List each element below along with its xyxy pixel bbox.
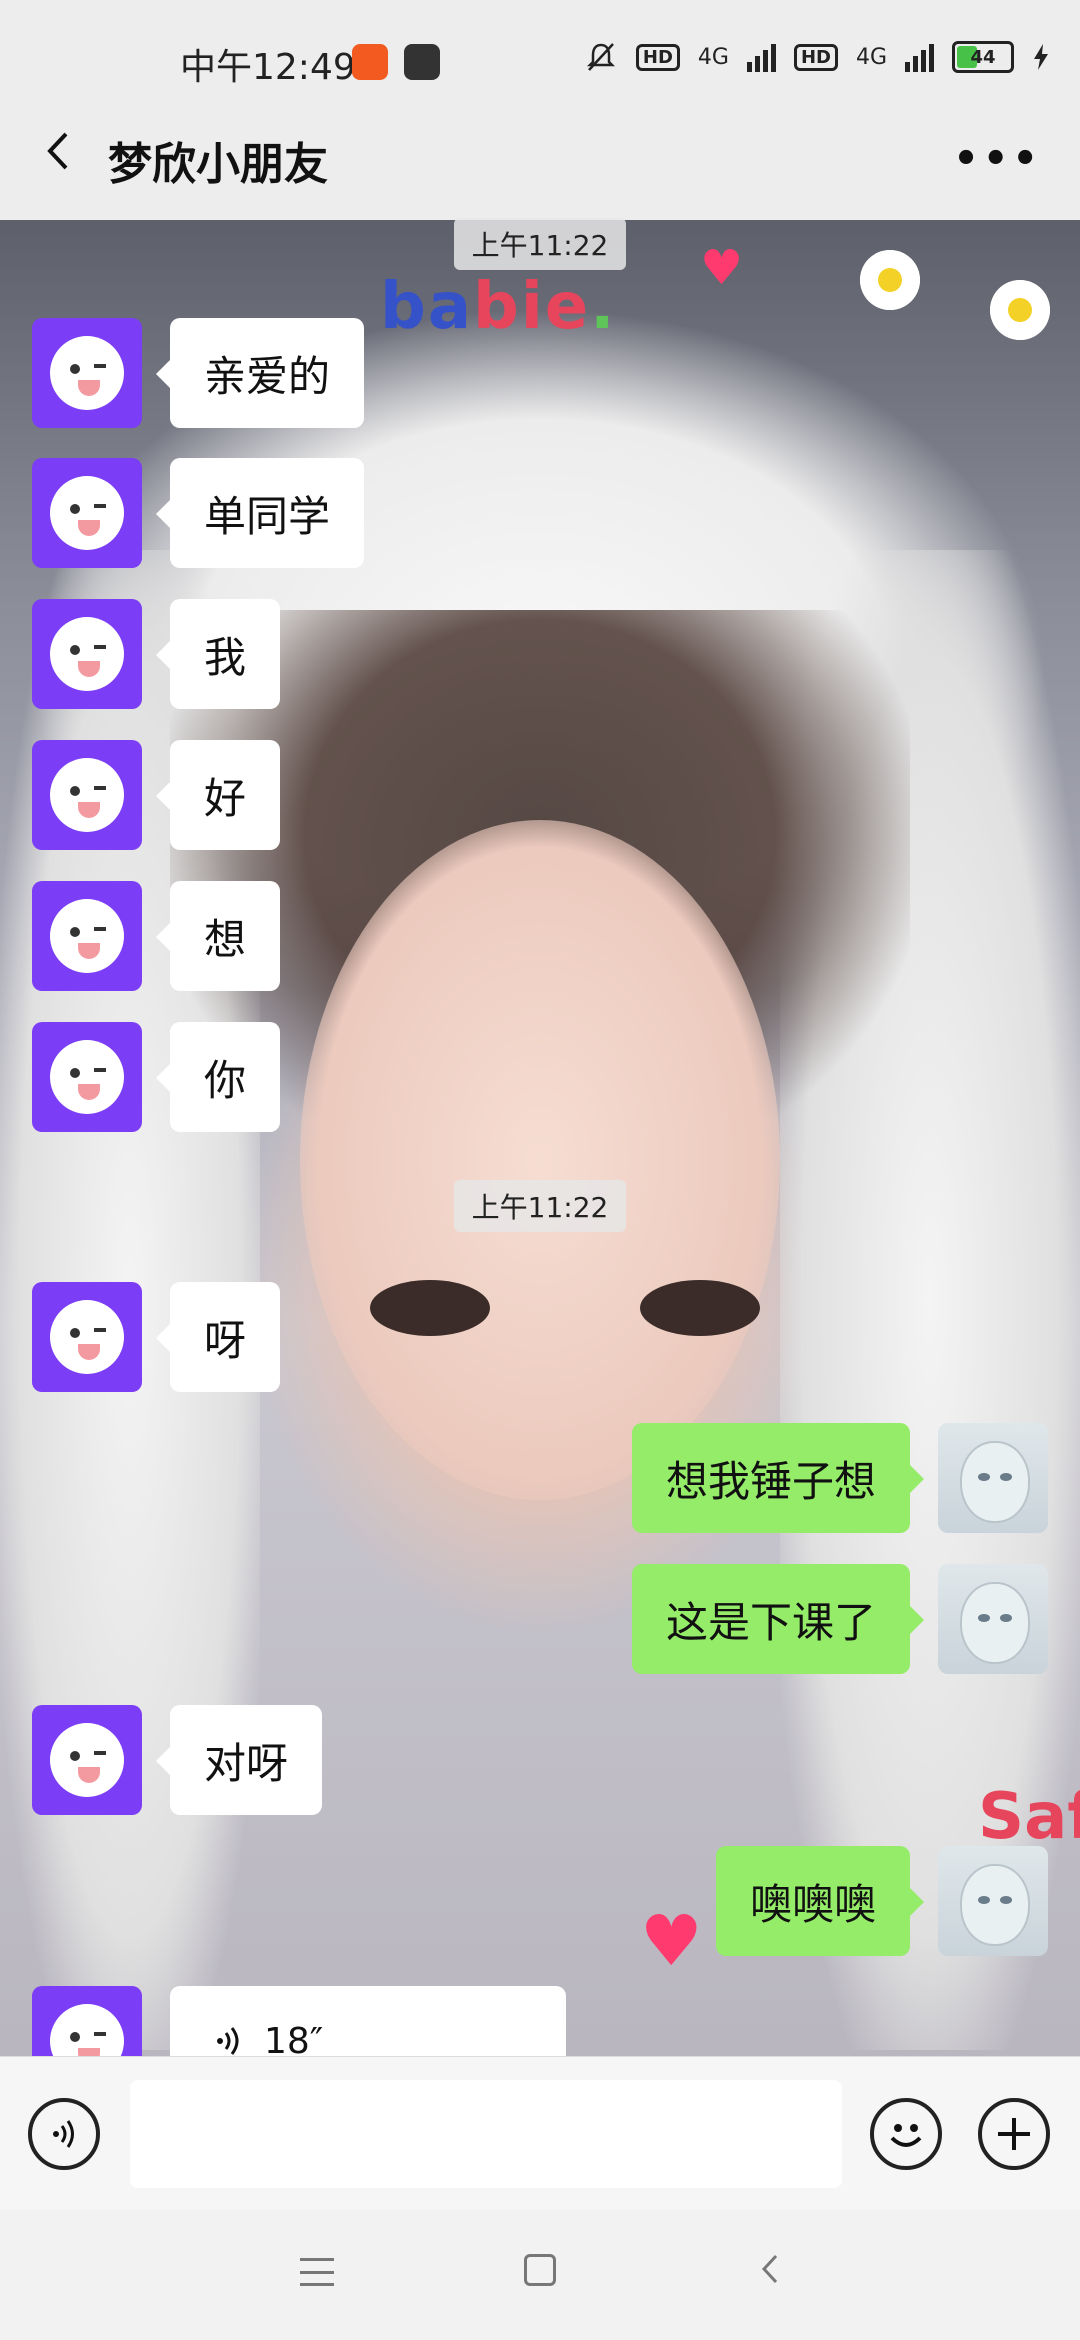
message-row: 18″ xyxy=(32,1986,566,2056)
app-notification-icon xyxy=(352,44,388,80)
emoji-icon[interactable] xyxy=(870,2098,942,2170)
more-dots-icon[interactable]: ••• xyxy=(953,136,1042,182)
message-bubble-self[interactable]: 这是下课了 xyxy=(631,1564,925,1674)
timestamp: 上午11:22 xyxy=(454,218,626,270)
avatar-self[interactable] xyxy=(938,1564,1048,1674)
message-row: 好 xyxy=(32,740,281,850)
message-row: 你 xyxy=(32,1022,281,1132)
message-bubble[interactable]: 好 xyxy=(155,740,281,850)
plus-icon[interactable] xyxy=(978,2098,1050,2170)
message-bubble[interactable]: 想 xyxy=(155,881,281,991)
timestamp-2: 上午11:22 xyxy=(454,1180,626,1232)
avatar[interactable] xyxy=(32,881,142,991)
status-time: 中午12:49 xyxy=(180,47,356,88)
message-row: 对呀 xyxy=(32,1705,323,1815)
avatar[interactable] xyxy=(32,1282,142,1392)
background-eye-right xyxy=(640,1280,760,1336)
message-row: 我 xyxy=(32,599,281,709)
message-bubble-self[interactable]: 噢噢噢 xyxy=(715,1846,925,1956)
message-row-self: 这是下课了 xyxy=(631,1564,1048,1674)
status-bar: 中午12:49 HD 4G HD 4G 44 xyxy=(0,0,1080,120)
message-bubble[interactable]: 单同学 xyxy=(155,458,365,568)
signal-icon-2 xyxy=(905,42,934,72)
message-row: 亲爱的 xyxy=(32,318,365,428)
avatar[interactable] xyxy=(32,1986,142,2056)
network-type-2: 4G xyxy=(855,44,887,70)
voice-duration: 18″ xyxy=(264,2020,324,2057)
avatar[interactable] xyxy=(32,458,142,568)
message-row: 想 xyxy=(32,881,281,991)
mute-bell-icon xyxy=(586,43,615,71)
background-eye-left xyxy=(370,1280,490,1336)
chat-title: 梦欣小朋友 xyxy=(108,139,328,190)
battery-icon: 44 xyxy=(952,41,1014,73)
background-face xyxy=(300,820,780,1500)
message-row-self: 噢噢噢 xyxy=(715,1846,1048,1956)
avatar[interactable] xyxy=(32,599,142,709)
heart-sticker: ♥ xyxy=(700,240,744,296)
voice-message-bubble[interactable]: 18″ xyxy=(170,1986,566,2056)
voice-wave-icon xyxy=(217,2027,239,2055)
chevron-left-icon[interactable] xyxy=(36,126,86,176)
message-input[interactable] xyxy=(130,2080,842,2188)
voice-message-clip: 18″ xyxy=(0,1986,1080,2056)
signal-icon-1 xyxy=(746,42,776,72)
status-icons: HD 4G HD 4G 44 xyxy=(584,40,1050,74)
message-bubble[interactable]: 对呀 xyxy=(155,1705,323,1815)
app-notification-icon-2 xyxy=(404,44,440,80)
sticker-text-2: Saf xyxy=(978,1780,1080,1854)
avatar-self[interactable] xyxy=(938,1423,1048,1533)
flower-sticker xyxy=(860,250,920,310)
sticker-text: babie. xyxy=(380,270,617,344)
avatar[interactable] xyxy=(32,1705,142,1815)
network-type-1: 4G xyxy=(697,44,729,70)
hd-badge-2: HD xyxy=(793,43,838,71)
avatar-self[interactable] xyxy=(938,1846,1048,1956)
message-row-self: 想我锤子想 xyxy=(631,1423,1048,1533)
avatar[interactable] xyxy=(32,318,142,428)
flower-sticker-2 xyxy=(990,280,1050,340)
message-bubble[interactable]: 亲爱的 xyxy=(155,318,365,428)
menu-icon[interactable] xyxy=(300,2258,334,2286)
message-bubble-self[interactable]: 想我锤子想 xyxy=(631,1423,925,1533)
message-bubble[interactable]: 呀 xyxy=(155,1282,281,1392)
message-row: 呀 xyxy=(32,1282,281,1392)
charging-icon xyxy=(1034,44,1048,70)
home-icon[interactable] xyxy=(524,2254,556,2286)
back-icon[interactable] xyxy=(756,2252,786,2286)
message-row: 单同学 xyxy=(32,458,365,568)
avatar[interactable] xyxy=(32,1022,142,1132)
heart-sticker-2: ♥ xyxy=(640,1900,703,1982)
hd-badge-1: HD xyxy=(635,43,680,71)
voice-icon[interactable] xyxy=(28,2098,100,2170)
message-bubble[interactable]: 我 xyxy=(155,599,281,709)
avatar[interactable] xyxy=(32,740,142,850)
message-bubble[interactable]: 你 xyxy=(155,1022,281,1132)
battery-level: 44 xyxy=(970,46,996,68)
